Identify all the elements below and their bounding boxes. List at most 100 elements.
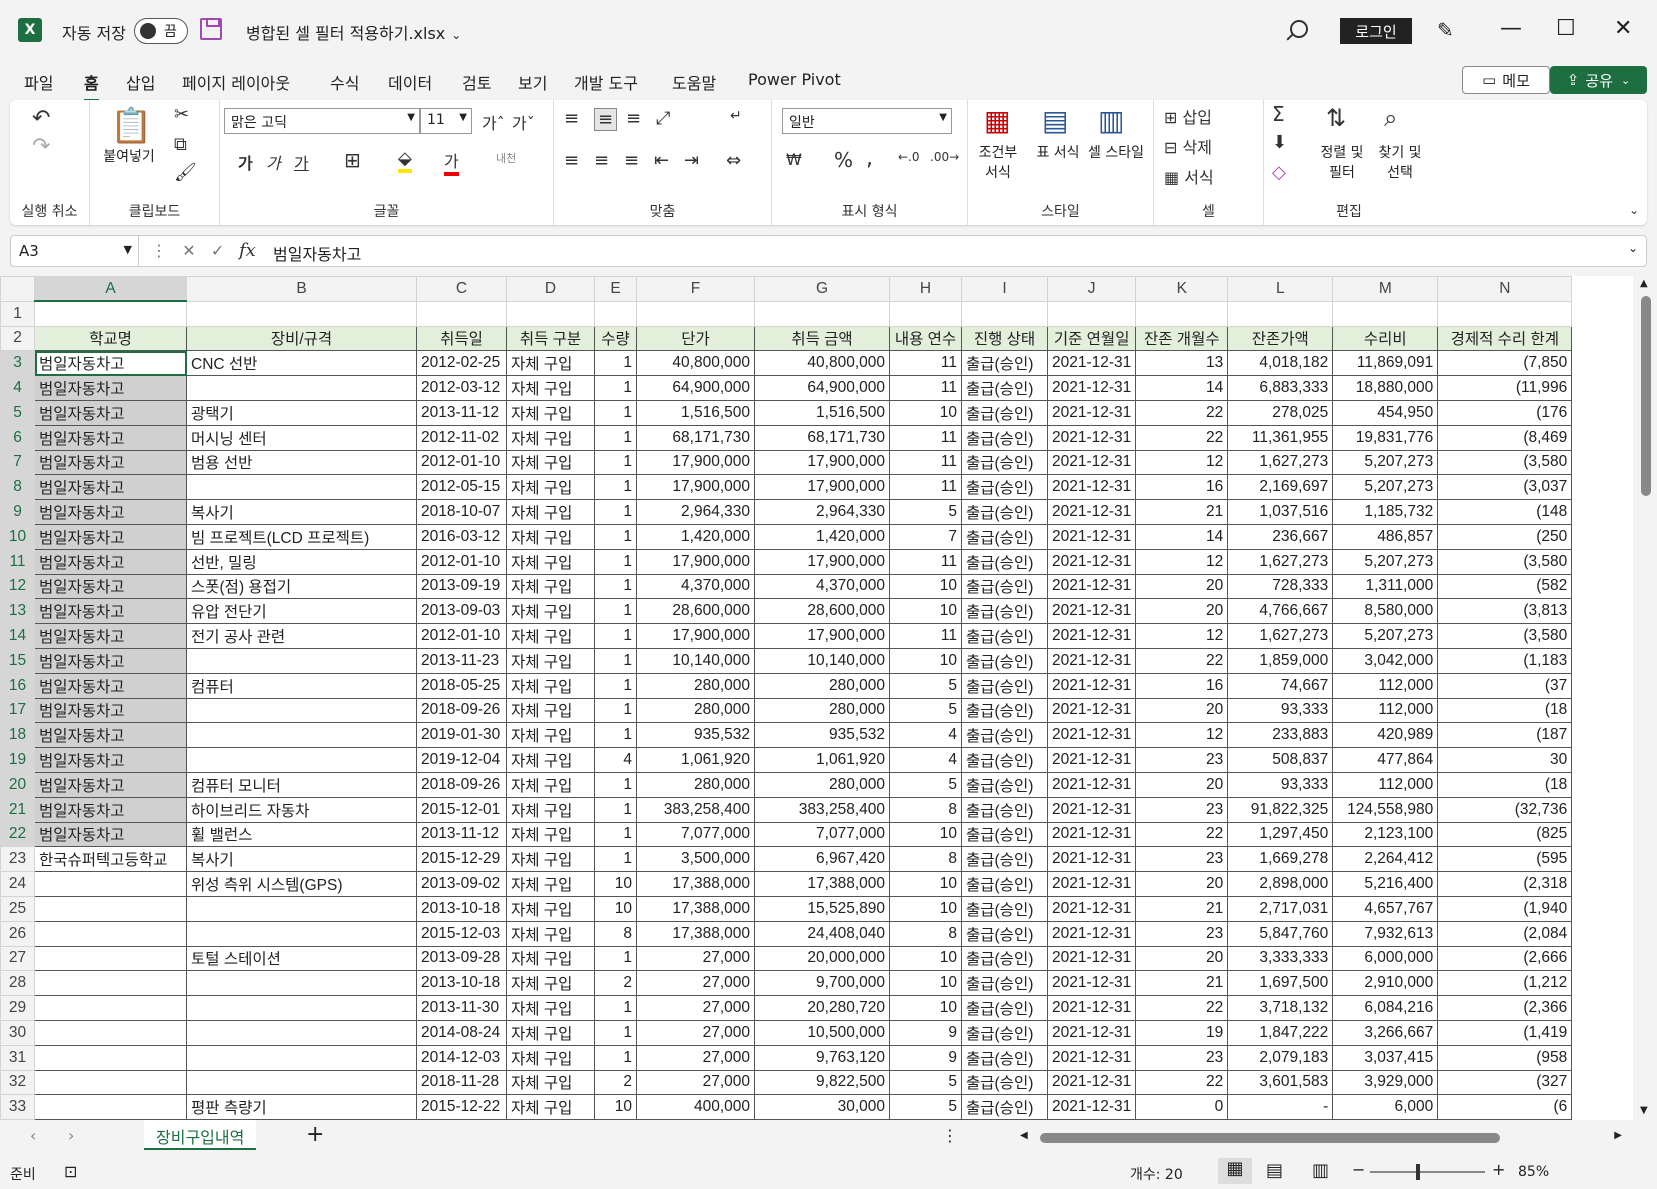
cell[interactable]: 2016-03-12	[416, 523, 507, 550]
scroll-left-icon[interactable]: ◀	[1020, 1130, 1028, 1141]
cell[interactable]: 935,532	[636, 722, 755, 749]
cell[interactable]: 11	[889, 623, 962, 649]
find-select-label[interactable]: 찾기 및 선택	[1372, 142, 1428, 182]
font-shrink-icon[interactable]: 가ˇ	[512, 110, 535, 134]
cell[interactable]: (2,366	[1437, 995, 1573, 1021]
cell[interactable]: (3,813	[1437, 598, 1573, 625]
cell[interactable]: 1,061,920	[636, 747, 755, 773]
cell[interactable]: 124,558,980	[1332, 796, 1439, 823]
fill-color-icon[interactable]: ⬙	[398, 148, 412, 173]
cell[interactable]: 17,388,000	[636, 920, 755, 947]
cell[interactable]: 출급(승인)	[961, 350, 1048, 377]
cell[interactable]: 자체 구입	[506, 722, 595, 749]
share-button[interactable]: ⇪ 공유 ⌄	[1550, 66, 1647, 94]
row-header[interactable]: 29	[0, 995, 35, 1021]
cell[interactable]: 1,420,000	[636, 523, 755, 550]
tab-data[interactable]: 데이터	[388, 70, 432, 94]
cell[interactable]: 2,079,183	[1227, 1044, 1334, 1071]
cell[interactable]: 23	[1135, 846, 1229, 873]
cell[interactable]: 30	[1437, 747, 1573, 773]
cell[interactable]: 1	[594, 350, 637, 377]
tab-review[interactable]: 검토	[462, 70, 491, 94]
cell[interactable]: 19,831,776	[1332, 424, 1439, 451]
cell[interactable]: (1,940	[1437, 895, 1573, 922]
cell[interactable]: 2021-12-31	[1046, 449, 1137, 476]
zoom-slider-handle[interactable]	[1416, 1164, 1420, 1180]
scroll-up-icon[interactable]: ▲	[1640, 278, 1648, 289]
cell[interactable]: 자체 구입	[506, 821, 595, 848]
cell[interactable]	[186, 697, 417, 724]
cell[interactable]: 8	[889, 796, 962, 823]
cell[interactable]: 5	[889, 771, 962, 798]
cell[interactable]: (18	[1437, 771, 1573, 798]
cell[interactable]: 1,420,000	[754, 523, 890, 550]
cell[interactable]: 자체 구입	[506, 375, 595, 401]
cell[interactable]: 19	[1135, 1019, 1229, 1046]
row-header[interactable]: 14	[0, 623, 35, 649]
prev-sheet-icon[interactable]: ‹	[30, 1126, 36, 1145]
cell[interactable]: 280,000	[754, 672, 890, 699]
cell[interactable]: 1,061,920	[754, 747, 890, 773]
format-painter-icon[interactable]: 🖌	[174, 162, 197, 183]
cell[interactable]	[1332, 300, 1439, 327]
cell[interactable]: 9,700,000	[754, 970, 890, 997]
row-header[interactable]: 24	[0, 871, 35, 897]
cell[interactable]: 2021-12-31	[1046, 771, 1137, 798]
cell[interactable]: 2021-12-31	[1046, 821, 1137, 848]
cell[interactable]: 출급(승인)	[961, 821, 1048, 848]
row-header[interactable]: 4	[0, 375, 35, 401]
cell[interactable]: 복사기	[186, 846, 417, 873]
cell[interactable]: 20	[1135, 945, 1229, 972]
cell-style-icon[interactable]: ▥	[1098, 104, 1124, 137]
row-header[interactable]: 19	[0, 747, 35, 773]
cell[interactable]: 27,000	[636, 1019, 755, 1046]
increase-decimal-icon[interactable]: ←.0	[898, 150, 920, 164]
cell[interactable]: 1,516,500	[754, 399, 890, 426]
cell[interactable]: 10	[889, 970, 962, 997]
cell[interactable]: 자체 구입	[506, 598, 595, 625]
cell[interactable]: 범일자동차고	[34, 821, 187, 848]
cell[interactable]	[34, 970, 187, 997]
orientation-icon[interactable]: ⤢	[656, 108, 670, 129]
file-name[interactable]: 병합된 셀 필터 적용하기.xlsx ⌄	[246, 20, 461, 44]
cell[interactable]: (3,580	[1437, 548, 1573, 575]
cell[interactable]: 27,000	[636, 945, 755, 972]
cell[interactable]: 11	[889, 474, 962, 501]
cell[interactable]: 6,883,333	[1227, 375, 1334, 401]
cell[interactable]: 23	[1135, 1044, 1229, 1071]
cell[interactable]: (3,580	[1437, 623, 1573, 649]
header-cell[interactable]: 수량	[594, 325, 637, 352]
cell[interactable]: 10	[889, 895, 962, 922]
cell[interactable]: 출급(승인)	[961, 747, 1048, 773]
cell[interactable]	[34, 871, 187, 897]
row-header[interactable]: 8	[0, 474, 35, 501]
cell[interactable]: 출급(승인)	[961, 895, 1048, 922]
cell[interactable]	[1135, 300, 1229, 327]
cell[interactable]: 1,311,000	[1332, 573, 1439, 600]
cell[interactable]: 자체 구입	[506, 573, 595, 600]
autosum-icon[interactable]: Σ	[1272, 102, 1285, 126]
cell[interactable]: 233,883	[1227, 722, 1334, 749]
cell[interactable]: 508,837	[1227, 747, 1334, 773]
cell[interactable]: 28,600,000	[636, 598, 755, 625]
cell[interactable]: 2019-12-04	[416, 747, 507, 773]
tab-view[interactable]: 보기	[518, 70, 547, 94]
row-header[interactable]: 5	[0, 399, 35, 426]
paste-label[interactable]: 붙여넣기	[94, 146, 164, 166]
cell[interactable]: 3,042,000	[1332, 647, 1439, 674]
cell[interactable]: (176	[1437, 399, 1573, 426]
vertical-scroll-thumb[interactable]	[1641, 296, 1651, 496]
cell[interactable]: 머시닝 센터	[186, 424, 417, 451]
cell[interactable]: 12	[1135, 449, 1229, 476]
row-header[interactable]: 7	[0, 449, 35, 476]
cell[interactable]: 22	[1135, 995, 1229, 1021]
close-button[interactable]: ✕	[1614, 16, 1632, 41]
cell[interactable]: 1	[594, 722, 637, 749]
cell[interactable]: 383,258,400	[754, 796, 890, 823]
fill-icon[interactable]: ⬇	[1272, 132, 1287, 153]
cell[interactable]: 컴퓨터	[186, 672, 417, 699]
row-header[interactable]: 1	[0, 300, 35, 327]
cell[interactable]	[186, 474, 417, 501]
cell[interactable]: 범일자동차고	[34, 424, 187, 451]
border-icon[interactable]: ⊞	[344, 148, 361, 172]
